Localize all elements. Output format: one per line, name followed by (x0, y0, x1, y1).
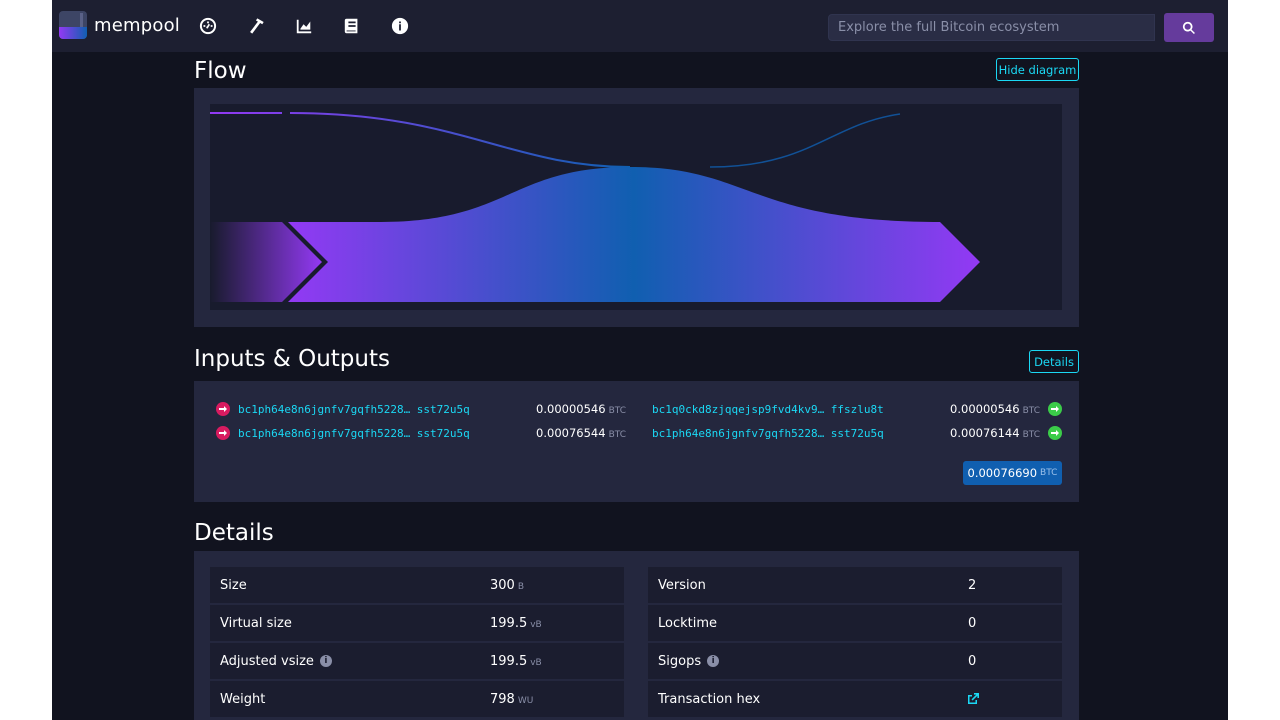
input-amount: 0.00000546 BTC (536, 402, 626, 416)
hide-diagram-button[interactable]: Hide diagram (996, 58, 1079, 81)
brand-name: mempool (94, 14, 180, 36)
total-amount-unit: BTC (1040, 468, 1058, 478)
output-address[interactable]: bc1q0ckd8zjqqejsp9fvd4kv9… ffszlu8t (652, 403, 884, 416)
io-panel: bc1ph64e8n6jgnfv7gqfh5228… sst72u5q 0.00… (194, 381, 1079, 502)
app-window: mempool Flow Hide diagram (52, 0, 1228, 720)
details-panel: Size 300 B Virtual size 199.5 vB Adjusted … (194, 551, 1079, 720)
input-amount-value: 0.00076544 (536, 426, 606, 440)
detail-label: Locktime (658, 615, 718, 631)
output-amount-value: 0.00076144 (950, 426, 1020, 440)
output-address[interactable]: bc1ph64e8n6jgnfv7gqfh5228… sst72u5q (652, 427, 884, 440)
input-row[interactable]: bc1ph64e8n6jgnfv7gqfh5228… sst72u5q 0.00… (216, 399, 626, 419)
dashboard-icon[interactable] (198, 16, 218, 36)
flow-thin-input (210, 112, 631, 168)
detail-value-text: 798 (490, 691, 515, 707)
input-amount-unit: BTC (608, 406, 626, 416)
output-amount-unit: BTC (1022, 430, 1040, 440)
io-title: Inputs & Outputs (194, 346, 390, 372)
output-arrow-icon[interactable] (1048, 426, 1062, 440)
output-row[interactable]: bc1q0ckd8zjqqejsp9fvd4kv9… ffszlu8t 0.00… (652, 399, 1062, 419)
input-amount: 0.00076544 BTC (536, 426, 626, 440)
output-amount-unit: BTC (1022, 406, 1040, 416)
mining-icon[interactable] (246, 16, 266, 36)
detail-label-text: Adjusted vsize (220, 653, 314, 669)
detail-row-adjusted-vsize: Adjusted vsize i 199.5 vB (210, 643, 624, 679)
details-title: Details (194, 520, 274, 546)
detail-row-version: Version 2 (648, 567, 1062, 603)
brand-logo[interactable]: mempool (59, 11, 180, 39)
detail-value-text: 300 (490, 577, 515, 593)
input-address[interactable]: bc1ph64e8n6jgnfv7gqfh5228… sst72u5q (238, 427, 470, 440)
io-details-button[interactable]: Details (1029, 350, 1079, 373)
detail-label: Weight (220, 691, 266, 707)
input-amount-value: 0.00000546 (536, 402, 606, 416)
graphs-icon[interactable] (294, 16, 314, 36)
detail-value: 0 (968, 615, 977, 631)
output-amount-value: 0.00000546 (950, 402, 1020, 416)
search-button[interactable] (1164, 13, 1214, 42)
detail-row-size: Size 300 B (210, 567, 624, 603)
flow-title: Flow (194, 58, 247, 84)
input-amount-unit: BTC (608, 430, 626, 440)
output-amount: 0.00000546 BTC (950, 402, 1040, 416)
detail-value: 199.5 vB (490, 654, 542, 669)
flow-thin-output-2 (709, 113, 901, 168)
search-input[interactable] (828, 14, 1155, 41)
info-icon[interactable]: i (319, 655, 332, 667)
detail-value: 0 (968, 653, 977, 669)
detail-label: Adjusted vsize i (220, 654, 332, 669)
info-icon[interactable]: i (707, 655, 720, 667)
input-arrow-icon[interactable] (216, 426, 230, 440)
flow-diagram-svg (210, 112, 980, 302)
detail-row-weight: Weight 798 WU (210, 681, 624, 717)
detail-row-locktime: Locktime 0 (648, 605, 1062, 641)
detail-label: Sigops i (658, 653, 720, 669)
detail-row-transaction-hex: Transaction hex (648, 681, 1062, 717)
detail-label: Size (220, 577, 247, 593)
detail-row-sigops: Sigops i 0 (648, 643, 1062, 679)
detail-row-virtual-size: Virtual size 199.5 vB (210, 605, 624, 641)
output-arrow-icon[interactable] (1048, 402, 1062, 416)
flow-diagram (210, 104, 1062, 310)
detail-unit: vB (530, 619, 542, 630)
detail-label: Transaction hex (658, 691, 761, 707)
about-icon[interactable] (390, 16, 410, 36)
detail-value: 2 (968, 577, 977, 593)
mempool-logo-icon (59, 11, 87, 39)
detail-value: 300 B (490, 578, 524, 593)
top-navbar: mempool (52, 0, 1228, 52)
detail-unit: WU (517, 695, 534, 706)
total-amount-value: 0.00076690 (967, 466, 1038, 480)
input-row[interactable]: bc1ph64e8n6jgnfv7gqfh5228… sst72u5q 0.00… (216, 423, 626, 443)
flow-main-band (288, 167, 980, 302)
detail-value-text: 199.5 (490, 653, 528, 669)
detail-unit: B (517, 581, 525, 592)
total-amount-badge: 0.00076690 BTC (963, 461, 1062, 485)
flow-panel (194, 88, 1079, 327)
detail-value: 798 WU (490, 692, 533, 707)
input-address[interactable]: bc1ph64e8n6jgnfv7gqfh5228… sst72u5q (238, 403, 470, 416)
detail-label-text: Sigops (658, 653, 702, 669)
external-link-icon[interactable] (966, 692, 980, 706)
detail-value: 199.5 vB (490, 616, 542, 631)
detail-value-text: 199.5 (490, 615, 528, 631)
output-amount: 0.00076144 BTC (950, 426, 1040, 440)
input-arrow-icon[interactable] (216, 402, 230, 416)
search-icon (1182, 21, 1195, 34)
detail-label: Version (658, 577, 706, 593)
main-nav (198, 16, 438, 36)
detail-label: Virtual size (220, 615, 292, 631)
output-row[interactable]: bc1ph64e8n6jgnfv7gqfh5228… sst72u5q 0.00… (652, 423, 1062, 443)
detail-unit: vB (530, 657, 542, 668)
docs-icon[interactable] (342, 16, 362, 36)
